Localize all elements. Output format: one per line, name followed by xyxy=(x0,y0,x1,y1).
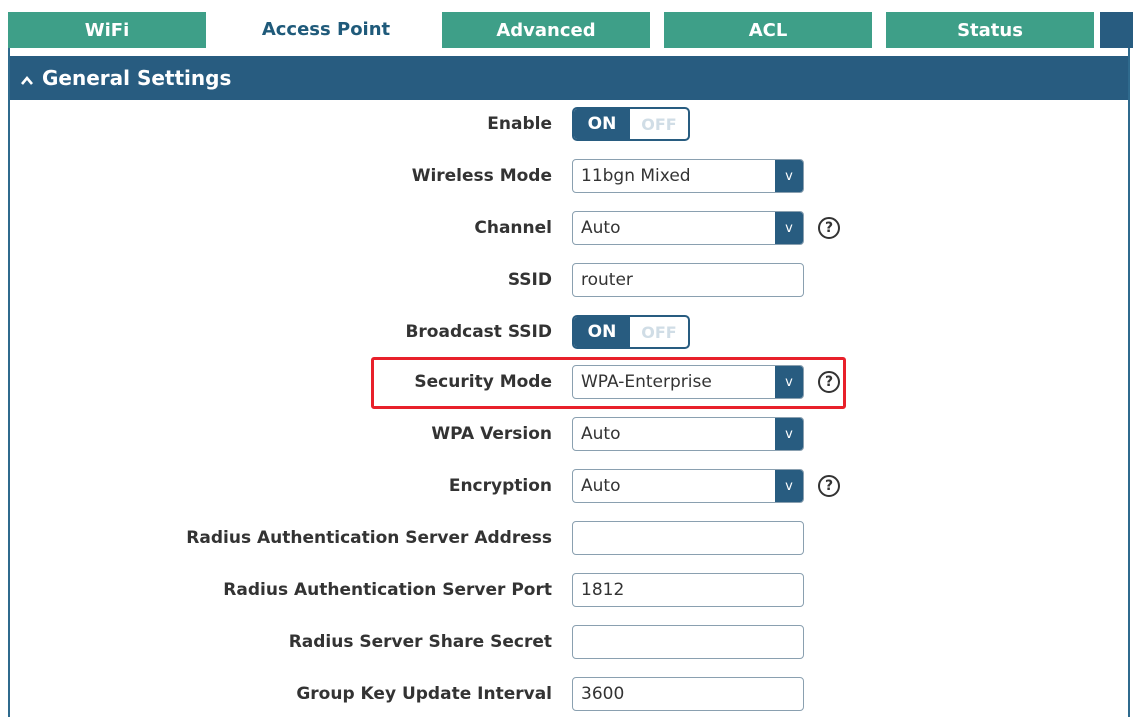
tab-status[interactable]: Status xyxy=(886,12,1094,48)
toggle-off: OFF xyxy=(641,114,677,134)
group-key-interval-label: Group Key Update Interval xyxy=(296,684,552,704)
row-radius-port: Radius Authentication Server Port 1812 xyxy=(10,570,1132,610)
radius-address-label: Radius Authentication Server Address xyxy=(186,528,552,548)
encryption-label: Encryption xyxy=(448,476,552,496)
ssid-label: SSID xyxy=(507,270,552,290)
row-security-mode: Security Mode WPA-Enterprise v ? xyxy=(10,362,1132,402)
channel-label: Channel xyxy=(474,218,552,238)
channel-value: Auto xyxy=(581,218,621,238)
broadcast-ssid-label: Broadcast SSID xyxy=(405,322,552,342)
row-broadcast-ssid: Broadcast SSID ON OFF xyxy=(10,312,1132,352)
row-wpa-version: WPA Version Auto v xyxy=(10,414,1132,454)
wpa-version-select[interactable]: Auto v xyxy=(572,417,804,451)
chevron-down-icon: v xyxy=(775,212,803,244)
toggle-off: OFF xyxy=(641,322,677,342)
row-radius-address: Radius Authentication Server Address xyxy=(10,518,1132,558)
wpa-version-label: WPA Version xyxy=(431,424,552,444)
general-settings-panel: General Settings Enable ON OFF Wireless … xyxy=(8,48,1130,717)
row-radius-secret: Radius Server Share Secret xyxy=(10,622,1132,662)
help-icon[interactable]: ? xyxy=(818,475,840,497)
section-header[interactable]: General Settings xyxy=(10,56,1128,100)
ssid-input[interactable]: router xyxy=(572,263,804,297)
row-ssid: SSID router xyxy=(10,260,1132,300)
help-icon[interactable]: ? xyxy=(818,371,840,393)
toggle-on: ON xyxy=(574,109,630,139)
broadcast-ssid-toggle[interactable]: ON OFF xyxy=(572,315,690,349)
radius-port-label: Radius Authentication Server Port xyxy=(223,580,552,600)
chevron-down-icon: v xyxy=(775,418,803,450)
radius-port-input[interactable]: 1812 xyxy=(572,573,804,607)
row-encryption: Encryption Auto v ? xyxy=(10,466,1132,506)
group-key-interval-input[interactable]: 3600 xyxy=(572,677,804,711)
encryption-select[interactable]: Auto v xyxy=(572,469,804,503)
row-group-key-interval: Group Key Update Interval 3600 xyxy=(10,674,1132,714)
enable-toggle[interactable]: ON OFF xyxy=(572,107,690,141)
tab-wifi[interactable]: WiFi xyxy=(8,12,206,48)
chevron-down-icon: v xyxy=(775,470,803,502)
tab-strip-end xyxy=(1100,12,1133,48)
security-mode-label: Security Mode xyxy=(414,372,552,392)
tab-access-point[interactable]: Access Point xyxy=(222,10,430,48)
channel-select[interactable]: Auto v xyxy=(572,211,804,245)
row-enable: Enable ON OFF xyxy=(10,104,1132,144)
wpa-version-value: Auto xyxy=(581,424,621,444)
encryption-value: Auto xyxy=(581,476,621,496)
help-icon[interactable]: ? xyxy=(818,217,840,239)
wireless-mode-value: 11bgn Mixed xyxy=(581,166,691,186)
toggle-on: ON xyxy=(574,317,630,347)
radius-secret-input[interactable] xyxy=(572,625,804,659)
tab-acl[interactable]: ACL xyxy=(664,12,872,48)
wireless-mode-label: Wireless Mode xyxy=(411,166,552,186)
tab-bar: WiFi Access Point Advanced ACL Status xyxy=(0,0,1133,48)
security-mode-value: WPA-Enterprise xyxy=(581,372,712,392)
radius-secret-label: Radius Server Share Secret xyxy=(288,632,552,652)
chevron-down-icon: v xyxy=(775,160,803,192)
enable-label: Enable xyxy=(487,114,552,134)
chevron-up-icon xyxy=(21,75,33,85)
chevron-down-icon: v xyxy=(775,366,803,398)
radius-address-input[interactable] xyxy=(572,521,804,555)
wireless-mode-select[interactable]: 11bgn Mixed v xyxy=(572,159,804,193)
section-title: General Settings xyxy=(42,66,232,90)
security-mode-select[interactable]: WPA-Enterprise v xyxy=(572,365,804,399)
tab-advanced[interactable]: Advanced xyxy=(442,12,650,48)
row-wireless-mode: Wireless Mode 11bgn Mixed v xyxy=(10,156,1132,196)
row-channel: Channel Auto v ? xyxy=(10,208,1132,248)
